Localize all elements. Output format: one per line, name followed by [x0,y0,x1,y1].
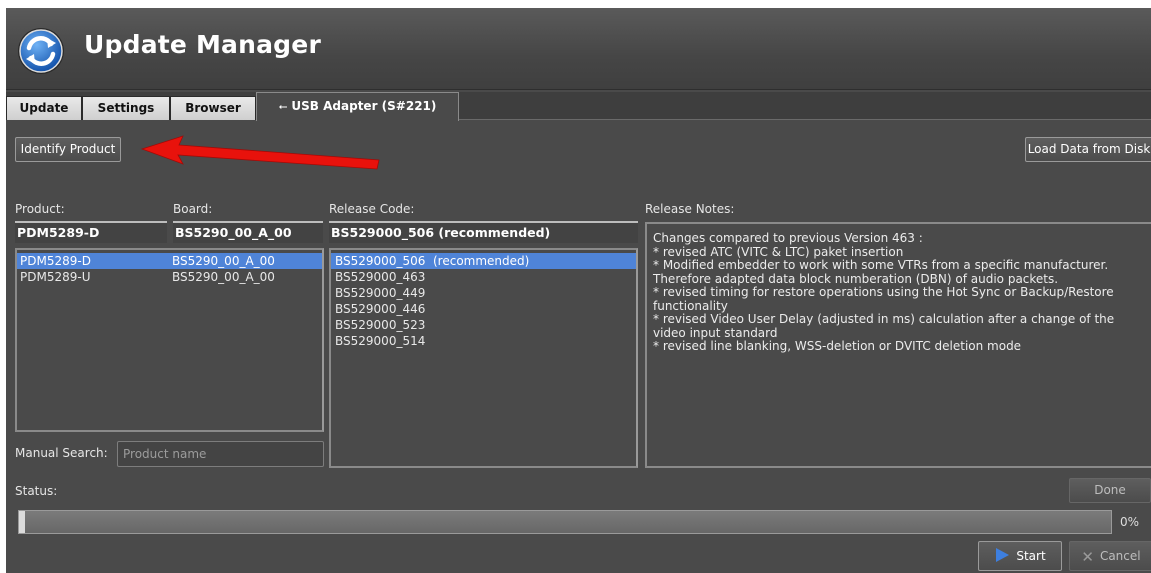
app-title: Update Manager [84,30,321,59]
tab-update[interactable]: Update [6,96,82,120]
progress-percent: 0% [1120,515,1140,529]
release-notes-label: Release Notes: [645,202,735,216]
product-name: PDM5289-U [20,270,91,284]
update-manager-window: Update Manager Update Settings Browser ⭠… [6,8,1151,573]
release-notes-panel: Changes compared to previous Version 463… [645,222,1151,468]
release-code-selected-field[interactable]: BS529000_506 (recommended) [329,221,638,243]
cancel-button[interactable]: ✕ Cancel [1069,541,1151,571]
list-item[interactable]: BS529000_506 (recommended) [331,253,636,269]
product-list[interactable]: PDM5289-D BS5290_00_A_00 PDM5289-U BS529… [15,248,324,432]
product-board: BS5290_00_A_00 [172,270,275,284]
list-item[interactable]: BS529000_449 [331,285,636,301]
annotation-arrow-icon [141,135,380,170]
tab-bar: Update Settings Browser ⭠ USB Adapter (S#… [6,92,1151,121]
progress-bar [18,510,1112,534]
list-item[interactable]: PDM5289-D BS5290_00_A_00 [17,253,322,269]
product-label: Product: [15,202,65,216]
usb-icon: ⭠ [278,100,288,113]
list-item[interactable]: BS529000_523 [331,317,636,333]
list-item[interactable]: BS529000_463 [331,269,636,285]
start-label: Start [1016,549,1046,563]
board-label: Board: [173,202,213,216]
list-item[interactable]: BS529000_514 [331,333,636,349]
manual-search-input[interactable]: Product name [117,441,324,467]
list-item[interactable]: PDM5289-U BS5290_00_A_00 [17,269,322,285]
start-button[interactable]: Start [978,541,1062,571]
identify-product-button[interactable]: Identify Product [15,137,121,162]
board-selected-field[interactable]: BS5290_00_A_00 [173,221,323,243]
list-item[interactable]: BS529000_446 [331,301,636,317]
progress-fill [19,511,25,533]
release-notes-line: Changes compared to previous Version 463… [653,231,923,245]
product-name: PDM5289-D [20,254,91,268]
release-notes-line: * revised timing for restore operations … [653,285,1114,313]
release-code-label: Release Code: [329,202,415,216]
status-label: Status: [15,484,58,498]
release-notes-line: * revised ATC (VITC & LTC) paket inserti… [653,244,904,259]
done-button[interactable]: Done [1069,478,1151,503]
release-notes-line: * Modified embedder to work with some VT… [653,258,1109,286]
update-manager-logo-icon [18,28,64,74]
tab-usb-adapter[interactable]: ⭠ USB Adapter (S#221) [256,92,459,121]
load-data-from-disk-button[interactable]: Load Data from Disk [1025,137,1151,162]
app-header: Update Manager [6,8,1151,90]
release-notes-line: * revised line blanking, WSS-deletion or… [653,339,1022,353]
play-icon [996,548,1010,562]
tab-settings[interactable]: Settings [82,96,170,120]
tab-browser[interactable]: Browser [170,96,256,120]
tab-usb-adapter-label: USB Adapter (S#221) [291,99,437,113]
release-code-list[interactable]: BS529000_506 (recommended) BS529000_463 … [329,248,638,468]
release-notes-line: * revised Video User Delay (adjusted in … [653,312,1115,340]
manual-search-label: Manual Search: [15,446,108,460]
x-icon: ✕ [1081,547,1094,566]
cancel-label: Cancel [1099,549,1141,563]
product-board: BS5290_00_A_00 [172,254,275,268]
product-selected-field[interactable]: PDM5289-D [15,221,167,243]
